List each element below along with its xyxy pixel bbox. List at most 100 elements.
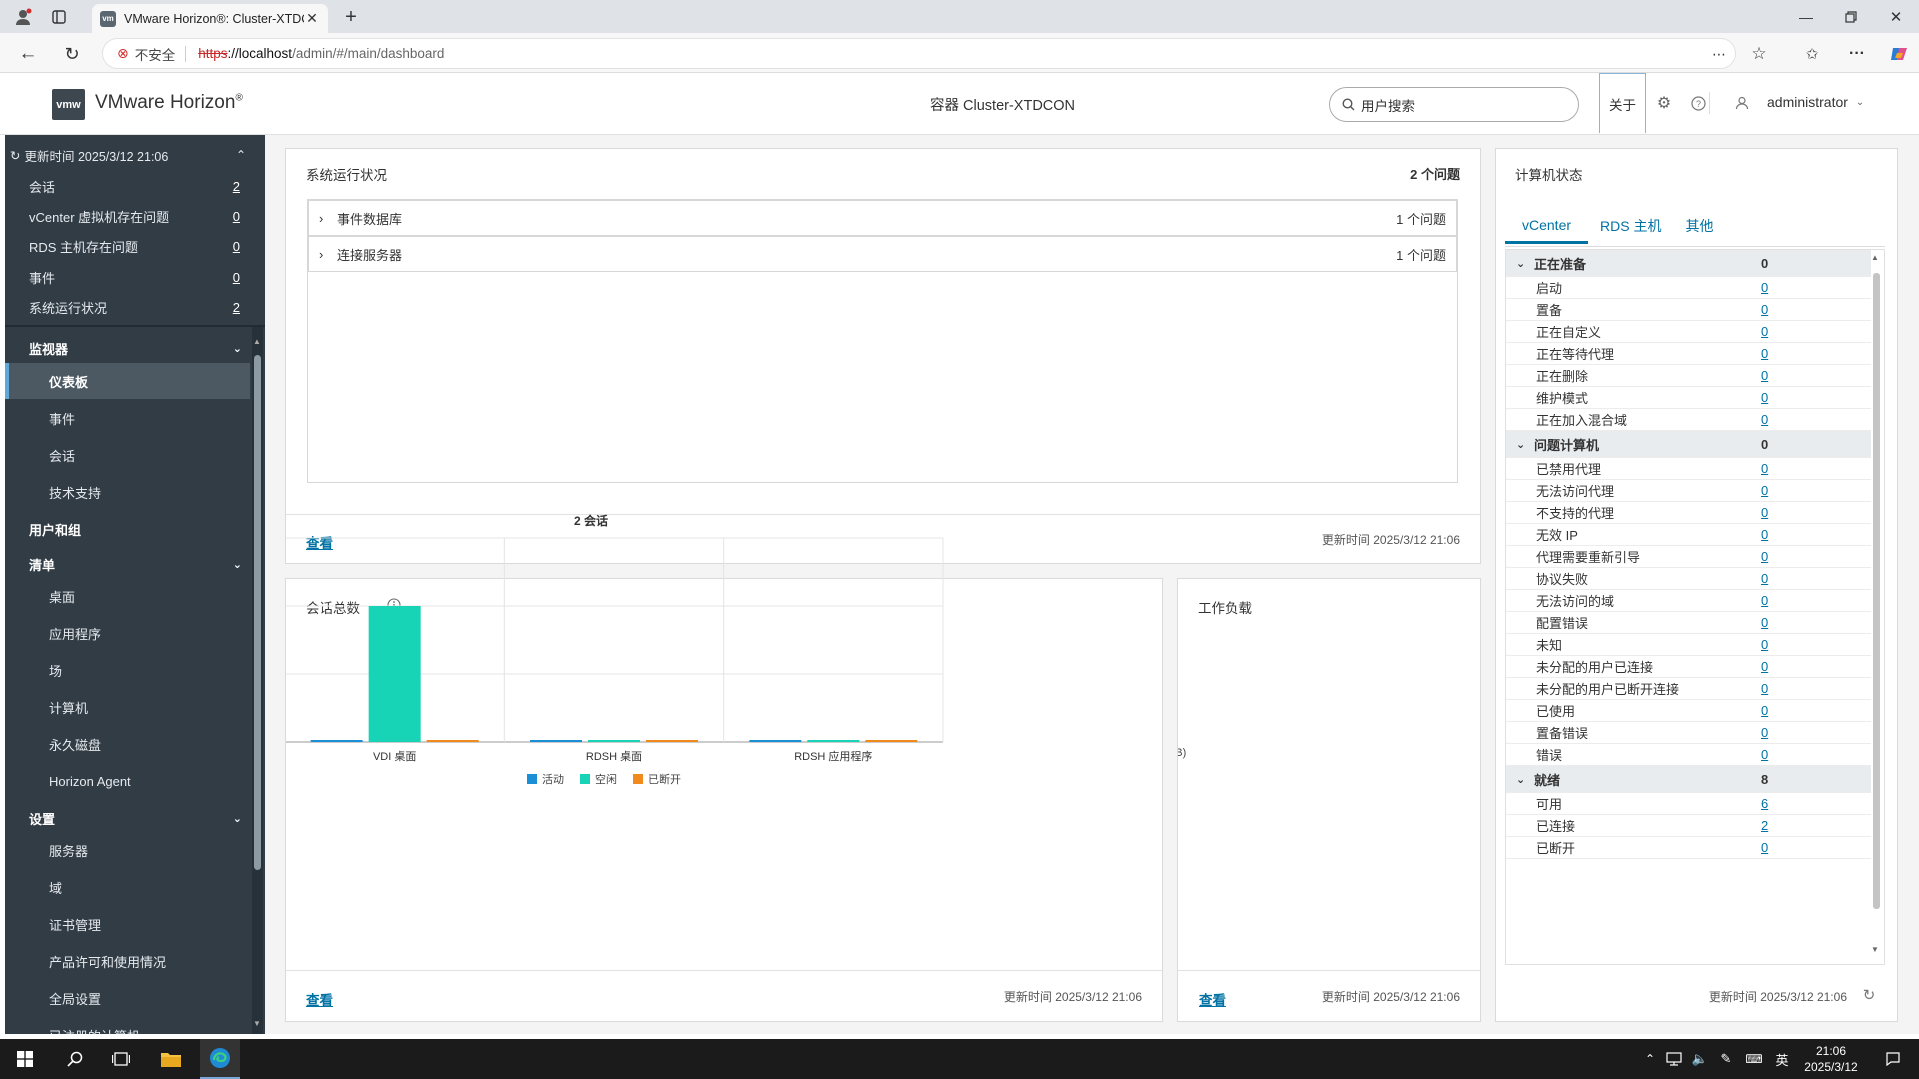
machine-status-value[interactable]: 0 — [1761, 280, 1871, 295]
machine-status-value[interactable]: 0 — [1761, 747, 1871, 762]
summary-count[interactable]: 0 — [224, 209, 240, 224]
notification-icon[interactable] — [1880, 1039, 1906, 1079]
nav-item-farms[interactable]: 场 — [5, 655, 250, 685]
machine-status-count-link[interactable]: 0 — [1761, 615, 1768, 630]
edge-browser-icon[interactable] — [200, 1039, 240, 1079]
nav-item-domains[interactable]: 域 — [5, 872, 250, 902]
keyboard-icon[interactable]: ⌨ — [1742, 1039, 1766, 1079]
nav-item-licensing[interactable]: 产品许可和使用情况 — [5, 946, 250, 976]
tab-other[interactable]: 其他 — [1673, 208, 1725, 244]
favorites-list-icon[interactable]: ✩ — [1800, 42, 1824, 66]
machine-status-count-link[interactable]: 0 — [1761, 527, 1768, 542]
machine-status-count-link[interactable]: 0 — [1761, 280, 1768, 295]
reader-mode-icon[interactable]: ⋯ — [1709, 44, 1729, 64]
taskbar-clock[interactable]: 21:06 2025/3/12 — [1796, 1039, 1866, 1079]
machine-status-value[interactable]: 0 — [1761, 302, 1871, 317]
more-menu-icon[interactable]: ··· — [1845, 42, 1869, 66]
health-row-connection-server[interactable]: › 连接服务器 1 个问题 — [308, 236, 1457, 272]
sessions-view-link[interactable]: 查看 — [306, 989, 333, 1009]
summary-system-health[interactable]: 系统运行状况 2 — [5, 296, 250, 318]
refresh-icon[interactable]: ↻ — [1860, 986, 1878, 1004]
restore-icon[interactable] — [1840, 6, 1862, 28]
machine-status-value[interactable]: 0 — [1761, 659, 1871, 674]
machine-status-value[interactable]: 0 — [1761, 346, 1871, 361]
machine-status-count-link[interactable]: 0 — [1761, 593, 1768, 608]
nav-item-registered-machines[interactable]: 已注册的计算机 — [5, 1020, 250, 1035]
machine-status-value[interactable]: 0 — [1761, 368, 1871, 383]
browser-tab-active[interactable]: vm VMware Horizon®: Cluster-XTDC ✕ — [92, 4, 328, 33]
scroll-up-icon[interactable]: ▲ — [1871, 253, 1879, 262]
machine-status-count-link[interactable]: 0 — [1761, 412, 1768, 427]
help-icon[interactable]: ? — [1687, 92, 1709, 114]
nav-item-certificates[interactable]: 证书管理 — [5, 909, 250, 939]
summary-count[interactable]: 0 — [224, 239, 240, 254]
machine-status-count-link[interactable]: 0 — [1761, 549, 1768, 564]
machine-status-value[interactable]: 0 — [1761, 637, 1871, 652]
address-bar[interactable]: ⊗ 不安全 https://localhost/admin/#/main/das… — [102, 38, 1736, 69]
volume-muted-icon[interactable]: 🔈 — [1690, 1039, 1710, 1079]
machine-status-value[interactable]: 6 — [1761, 796, 1871, 811]
show-hidden-icons[interactable]: ⌃ — [1642, 1039, 1658, 1079]
machine-status-count-link[interactable]: 0 — [1761, 505, 1768, 520]
machine-group-row[interactable]: ⌄ 正在准备 0 — [1506, 250, 1871, 277]
machine-status-value[interactable]: 0 — [1761, 549, 1871, 564]
nav-item-dashboard[interactable]: 仪表板 — [5, 363, 250, 399]
machine-status-count-link[interactable]: 0 — [1761, 571, 1768, 586]
about-button[interactable]: 关于 — [1599, 73, 1646, 133]
machine-status-count-link[interactable]: 0 — [1761, 840, 1768, 855]
machine-status-value[interactable]: 0 — [1761, 593, 1871, 608]
tab-rds-hosts[interactable]: RDS 主机 — [1588, 208, 1673, 244]
profile-icon[interactable] — [10, 4, 36, 30]
nav-item-servers[interactable]: 服务器 — [5, 835, 250, 865]
machine-status-count-link[interactable]: 0 — [1761, 747, 1768, 762]
machine-status-count-link[interactable]: 0 — [1761, 461, 1768, 476]
start-windows-icon[interactable] — [10, 1039, 40, 1079]
nav-group-inventory[interactable]: 清单 ⌄ — [5, 549, 250, 579]
nav-item-persistent-disks[interactable]: 永久磁盘 — [5, 729, 250, 759]
network-icon[interactable] — [1664, 1039, 1684, 1079]
machine-status-count-link[interactable]: 0 — [1761, 390, 1768, 405]
scroll-down-icon[interactable]: ▼ — [253, 1019, 261, 1028]
machine-status-value[interactable]: 0 — [1761, 412, 1871, 427]
machine-status-count-link[interactable]: 0 — [1761, 637, 1768, 652]
tab-actions-icon[interactable] — [48, 6, 70, 28]
machine-status-value[interactable]: 0 — [1761, 840, 1871, 855]
reload-icon[interactable]: ↻ — [60, 42, 84, 66]
summary-count[interactable]: 2 — [224, 300, 240, 315]
machine-status-count-link[interactable]: 0 — [1761, 703, 1768, 718]
new-tab-icon[interactable]: + — [340, 6, 362, 28]
nav-item-support[interactable]: 技术支持 — [5, 477, 250, 507]
nav-item-events[interactable]: 事件 — [5, 403, 250, 433]
summary-count[interactable]: 0 — [224, 270, 240, 285]
nav-item-horizon-agent[interactable]: Horizon Agent — [5, 766, 250, 796]
back-icon[interactable]: ← — [16, 42, 40, 66]
tab-vcenter[interactable]: vCenter — [1505, 208, 1589, 244]
file-explorer-icon[interactable] — [156, 1039, 186, 1079]
health-row-event-db[interactable]: › 事件数据库 1 个问题 — [308, 200, 1457, 236]
machine-status-count-link[interactable]: 0 — [1761, 302, 1768, 317]
settings-gear-icon[interactable]: ⚙ — [1653, 92, 1675, 114]
scroll-down-icon[interactable]: ▼ — [1871, 945, 1879, 954]
nav-item-desktops[interactable]: 桌面 — [5, 581, 250, 611]
machine-status-count-link[interactable]: 0 — [1761, 725, 1768, 740]
nav-group-monitor[interactable]: 监视器 ⌄ — [5, 333, 250, 363]
nav-item-global-settings[interactable]: 全局设置 — [5, 983, 250, 1013]
sidebar-updated[interactable]: ↻ 更新时间 2025/3/12 21:06 ⌃ — [5, 145, 250, 165]
machine-group-row[interactable]: ⌄ 问题计算机 0 — [1506, 431, 1871, 458]
machine-status-count-link[interactable]: 2 — [1761, 818, 1768, 833]
nav-item-machines[interactable]: 计算机 — [5, 692, 250, 722]
pen-icon[interactable]: ✎ — [1716, 1039, 1736, 1079]
machine-status-value[interactable]: 0 — [1761, 390, 1871, 405]
machine-group-row[interactable]: ⌄ 就绪 8 — [1506, 766, 1871, 793]
user-avatar-icon[interactable] — [1733, 93, 1751, 113]
task-view-icon[interactable] — [106, 1039, 136, 1079]
machine-status-count-link[interactable]: 0 — [1761, 346, 1768, 361]
nav-item-applications[interactable]: 应用程序 — [5, 618, 250, 648]
machine-status-count-link[interactable]: 0 — [1761, 681, 1768, 696]
machine-status-count-link[interactable]: 0 — [1761, 368, 1768, 383]
machine-status-value[interactable]: 0 — [1761, 571, 1871, 586]
machine-status-value[interactable]: 0 — [1761, 483, 1871, 498]
summary-events[interactable]: 事件 0 — [5, 266, 250, 288]
machine-status-count-link[interactable]: 0 — [1761, 483, 1768, 498]
machine-table-scrollbar[interactable]: ▲ ▼ — [1871, 253, 1883, 961]
